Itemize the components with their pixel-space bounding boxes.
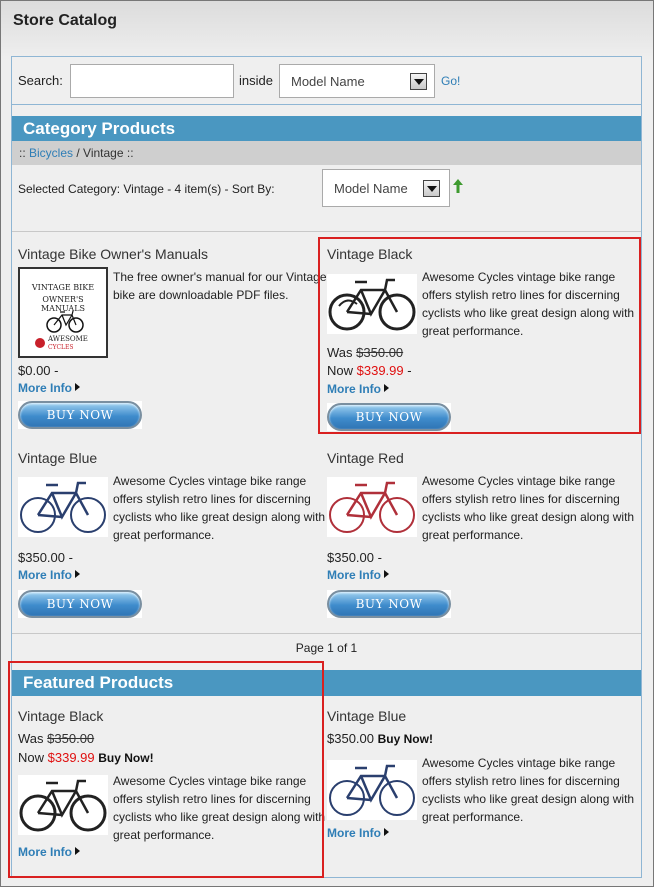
price-value: $350.00: [327, 731, 374, 746]
search-bar: Search: inside Model Name Go!: [12, 57, 641, 105]
inside-label: inside: [239, 73, 273, 88]
product-price: $350.00 -: [18, 550, 73, 565]
product-price: $350.00 -: [327, 550, 382, 565]
selected-category-text: Selected Category: Vintage - 4 item(s) -…: [18, 182, 275, 196]
buy-now-button-wrap: BUY NOW: [327, 590, 451, 618]
search-field-select[interactable]: Model Name: [279, 64, 435, 98]
featured-product-name[interactable]: Vintage Blue: [327, 708, 406, 724]
more-info-label: More Info: [18, 381, 72, 395]
highlight-box: [8, 661, 324, 878]
search-input[interactable]: [70, 64, 234, 98]
product-description: The free owner's manual for our Vintage …: [113, 270, 327, 302]
pagination-info: Page 1 of 1: [295, 641, 358, 655]
chevron-down-icon: [423, 180, 440, 197]
triangle-right-icon: [384, 828, 389, 836]
bicycle-icon: [46, 310, 84, 333]
product-description: Awesome Cycles vintage bike range offers…: [422, 474, 635, 542]
more-info-label: More Info: [327, 568, 381, 582]
product-description: Awesome Cycles vintage bike range offers…: [113, 474, 326, 542]
search-label: Search:: [18, 73, 63, 88]
search-field-value: Model Name: [291, 74, 365, 89]
page-title: Store Catalog: [13, 12, 118, 29]
breadcrumb-link-bicycles[interactable]: Bicycles: [29, 146, 73, 160]
featured-description: Awesome Cycles vintage bike range offers…: [422, 756, 635, 824]
breadcrumb: :: Bicycles / Vintage ::: [12, 141, 641, 165]
manual-title-line: VINTAGE BIKE: [31, 283, 95, 292]
triangle-right-icon: [75, 570, 80, 578]
more-info-link[interactable]: More Info: [18, 568, 80, 582]
sort-value: Model Name: [334, 181, 408, 196]
buy-now-link[interactable]: Buy Now!: [378, 732, 433, 746]
awesome-cycles-logo-icon: [35, 338, 45, 348]
product-image-bike-red[interactable]: [327, 477, 417, 537]
go-button[interactable]: Go!: [441, 74, 460, 88]
manual-brand: CYCLES: [48, 344, 74, 351]
sort-ascending-icon[interactable]: [453, 179, 463, 193]
featured-image-bike-blue[interactable]: [327, 760, 417, 820]
triangle-right-icon: [75, 383, 80, 391]
divider: [12, 633, 641, 634]
product-price: $350.00 Buy Now!: [327, 731, 433, 746]
buy-now-button-wrap: BUY NOW: [18, 401, 142, 429]
product-image-manual[interactable]: VINTAGE BIKE OWNER'S MANUALS AWESOME CYC…: [18, 267, 108, 358]
product-name[interactable]: Vintage Red: [327, 450, 404, 466]
store-catalog-window: Store Catalog Search: inside Model Name …: [0, 0, 654, 887]
buy-now-button[interactable]: BUY NOW: [18, 590, 142, 618]
breadcrumb-prefix: ::: [19, 146, 26, 160]
more-info-label: More Info: [18, 568, 72, 582]
buy-now-button[interactable]: BUY NOW: [327, 590, 451, 618]
product-price: $0.00 -: [18, 363, 59, 378]
more-info-link[interactable]: More Info: [327, 826, 389, 840]
more-info-label: More Info: [327, 826, 381, 840]
manual-brand: AWESOME: [48, 335, 88, 343]
product-name[interactable]: Vintage Blue: [18, 450, 97, 466]
highlight-box: [318, 237, 641, 434]
divider: [12, 231, 641, 232]
more-info-link[interactable]: More Info: [18, 381, 80, 395]
sort-select[interactable]: Model Name: [322, 169, 450, 207]
product-name[interactable]: Vintage Bike Owner's Manuals: [18, 246, 208, 262]
chevron-down-icon: [410, 73, 427, 90]
category-products-heading: Category Products: [12, 116, 641, 142]
breadcrumb-current: / Vintage ::: [76, 146, 134, 160]
product-image-bike-blue[interactable]: [18, 477, 108, 537]
triangle-right-icon: [384, 570, 389, 578]
more-info-link[interactable]: More Info: [327, 568, 389, 582]
buy-now-button-wrap: BUY NOW: [18, 590, 142, 618]
buy-now-button[interactable]: BUY NOW: [18, 401, 142, 429]
